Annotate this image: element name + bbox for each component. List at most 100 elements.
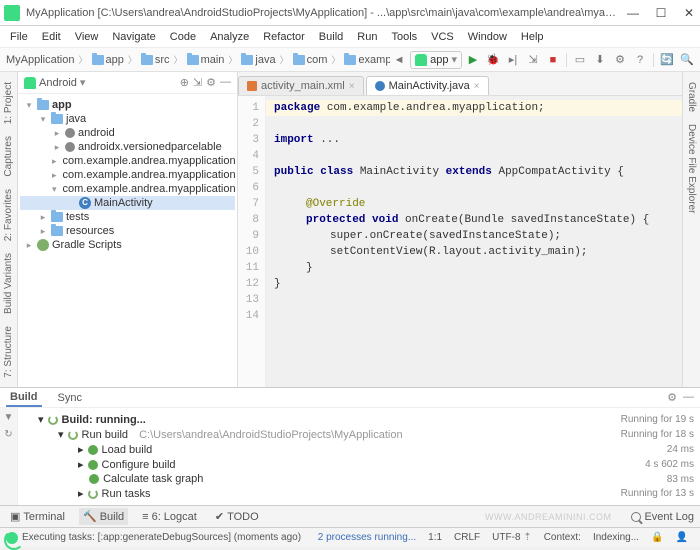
tree-main-activity[interactable]: CMainActivity: [20, 196, 235, 210]
side-structure-tab[interactable]: 7: Structure: [3, 320, 14, 384]
build-runbuild[interactable]: ▾Run build C:\Users\andrea\AndroidStudio…: [24, 427, 694, 442]
menu-file[interactable]: File: [4, 29, 34, 45]
running-icon: [68, 430, 78, 440]
folder-icon: [141, 55, 153, 65]
run-button[interactable]: ▶: [464, 51, 482, 69]
tree-pkg-app1[interactable]: ▸com.example.andrea.myapplication: [20, 154, 235, 168]
tree-pkg-app2[interactable]: ▸com.example.andrea.myapplication: [20, 168, 235, 182]
inspect-icon[interactable]: 👤: [670, 532, 694, 543]
progress-icon: [6, 532, 18, 544]
search-button[interactable]: 🔍: [678, 51, 696, 69]
debug-button[interactable]: 🐞: [484, 51, 502, 69]
crumb-app[interactable]: app: [90, 53, 126, 67]
build-tab-sync[interactable]: Sync: [54, 390, 86, 406]
status-caret[interactable]: 1:1: [422, 532, 448, 543]
maximize-button[interactable]: ☐: [654, 6, 668, 20]
code-editor[interactable]: 1234567891011121314 package com.example.…: [238, 96, 682, 387]
settings-button[interactable]: ⚙: [611, 51, 629, 69]
side-device-tab[interactable]: Device File Explorer: [686, 118, 697, 219]
side-buildvariants-tab[interactable]: Build Variants: [3, 247, 14, 320]
menu-build[interactable]: Build: [313, 29, 349, 45]
lock-icon[interactable]: 🔒: [645, 532, 669, 543]
crumb-example[interactable]: example: [342, 53, 390, 67]
menu-edit[interactable]: Edit: [36, 29, 67, 45]
crumb-com[interactable]: com: [291, 53, 330, 67]
statusbar: Executing tasks: [:app:generateDebugSour…: [0, 527, 700, 547]
help-button[interactable]: ?: [631, 51, 649, 69]
tree-gradle[interactable]: ▸Gradle Scripts: [20, 238, 235, 252]
tab-build[interactable]: 🔨 Build: [79, 508, 128, 525]
code-pane[interactable]: package com.example.andrea.myapplication…: [266, 96, 682, 387]
menu-help[interactable]: Help: [515, 29, 550, 45]
tab-terminal[interactable]: ▣ Terminal: [6, 508, 69, 525]
menu-analyze[interactable]: Analyze: [204, 29, 255, 45]
sdk-button[interactable]: ⬇: [591, 51, 609, 69]
side-favorites-tab[interactable]: 2: Favorites: [3, 183, 14, 247]
tree-pkg-app3[interactable]: ▾com.example.andrea.myapplication: [20, 182, 235, 196]
status-crlf[interactable]: CRLF: [448, 532, 486, 543]
close-icon[interactable]: ×: [349, 81, 355, 92]
crumb-java[interactable]: java: [239, 53, 277, 67]
build-tree[interactable]: ▾Build: running...Running for 19 s ▾Run …: [18, 408, 700, 505]
filter-icon[interactable]: ▼: [4, 412, 14, 423]
attach-button[interactable]: ⇲: [524, 51, 542, 69]
tab-event-log[interactable]: Event Log: [631, 511, 694, 523]
back-button[interactable]: ◄: [390, 51, 408, 69]
run-config-select[interactable]: app ▾: [410, 51, 462, 69]
tab-todo[interactable]: ✔ TODO: [211, 508, 263, 525]
rerun-icon[interactable]: ↻: [4, 429, 12, 440]
stop-button[interactable]: ■: [544, 51, 562, 69]
build-configure[interactable]: ▸Configure build4 s 602 ms: [24, 457, 694, 472]
sync-button[interactable]: 🔄: [658, 51, 676, 69]
tree-resources[interactable]: ▸resources: [20, 224, 235, 238]
tree-pkg-androidx[interactable]: ▸androidx.versionedparcelable: [20, 140, 235, 154]
window-title: MyApplication [C:\Users\andrea\AndroidSt…: [26, 7, 616, 19]
tree-app[interactable]: ▾app: [20, 98, 235, 112]
close-icon[interactable]: ×: [474, 81, 480, 92]
menu-code[interactable]: Code: [164, 29, 202, 45]
tab-activity-main-xml[interactable]: activity_main.xml ×: [238, 76, 364, 95]
status-context[interactable]: Context:: [538, 532, 587, 543]
close-button[interactable]: ✕: [682, 6, 696, 20]
project-view-label[interactable]: Android: [39, 77, 77, 89]
menu-view[interactable]: View: [69, 29, 105, 45]
crumb-src[interactable]: src: [139, 53, 172, 67]
collapse-all-icon[interactable]: ⇲: [193, 76, 202, 89]
build-settings-icon[interactable]: ⚙: [667, 391, 677, 404]
tab-mainactivity-java[interactable]: MainActivity.java ×: [366, 76, 489, 95]
tree-tests[interactable]: ▸tests: [20, 210, 235, 224]
tab-logcat[interactable]: ≡ 6: Logcat: [138, 509, 201, 525]
crumb-project[interactable]: MyApplication: [4, 53, 76, 67]
status-processes[interactable]: 2 processes running...: [312, 532, 422, 543]
menu-refactor[interactable]: Refactor: [257, 29, 311, 45]
bottom-tabs: ▣ Terminal 🔨 Build ≡ 6: Logcat ✔ TODO WW…: [0, 505, 700, 527]
build-root[interactable]: ▾Build: running...Running for 19 s: [24, 412, 694, 427]
build-runtasks[interactable]: ▸Run tasksRunning for 13 s: [24, 486, 694, 501]
profile-button[interactable]: ▸|: [504, 51, 522, 69]
build-calc[interactable]: Calculate task graph83 ms: [24, 472, 694, 486]
side-captures-tab[interactable]: Captures: [3, 130, 14, 183]
project-tree[interactable]: ▾app ▾java ▸android ▸androidx.versionedp…: [18, 94, 237, 387]
menu-vcs[interactable]: VCS: [425, 29, 460, 45]
menu-navigate[interactable]: Navigate: [106, 29, 161, 45]
hide-icon[interactable]: —: [220, 76, 231, 89]
menu-run[interactable]: Run: [351, 29, 383, 45]
avd-button[interactable]: ▭: [571, 51, 589, 69]
menu-tools[interactable]: Tools: [385, 29, 423, 45]
build-panel: Build Sync ⚙ — ▼ ↻ ▾Build: running...Run…: [0, 387, 700, 505]
tree-pkg-android[interactable]: ▸android: [20, 126, 235, 140]
side-project-tab[interactable]: 1: Project: [3, 76, 14, 130]
settings-icon[interactable]: ⚙: [206, 76, 216, 89]
build-hide-icon[interactable]: —: [683, 391, 694, 404]
scroll-from-source-icon[interactable]: ⊕: [180, 76, 189, 89]
build-tab-build[interactable]: Build: [6, 389, 42, 407]
folder-icon: [92, 55, 104, 65]
menu-window[interactable]: Window: [462, 29, 513, 45]
status-encoding[interactable]: UTF-8 ⇡: [486, 532, 538, 543]
folder-icon: [241, 55, 253, 65]
tree-java[interactable]: ▾java: [20, 112, 235, 126]
minimize-button[interactable]: —: [626, 6, 640, 20]
build-loadbuild[interactable]: ▸Load build24 ms: [24, 442, 694, 457]
crumb-main[interactable]: main: [185, 53, 227, 67]
side-gradle-tab[interactable]: Gradle: [686, 76, 697, 118]
